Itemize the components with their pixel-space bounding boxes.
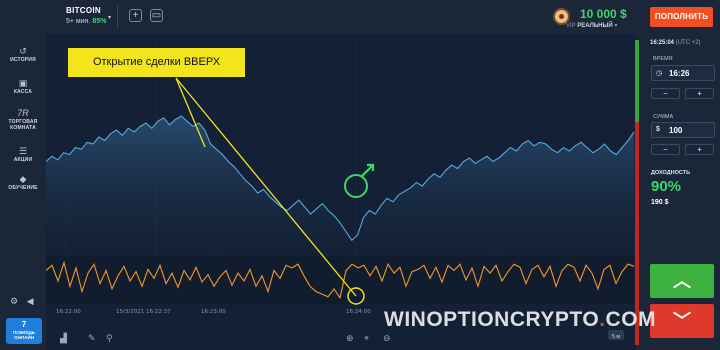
price-chart[interactable]: 16:22:00 15/3/2021 16:22:37 16:23:00 16:24:… (46, 34, 636, 350)
bottom-toolbar: ▟ ✎ ⚲ ⊕ ⌖ ⊖ (59, 332, 391, 344)
amount-plus-button[interactable]: + (685, 144, 714, 155)
chevron-up-icon: ︿ (673, 271, 691, 291)
asset-expiry: 5+ мин. (66, 18, 91, 25)
sidebar: ↺ ИСТОРИЯ ▣ КАССА 7R ТОРГОВАЯ КОМНАТА ☰ … (0, 34, 46, 350)
trading-room-icon: 7R (17, 108, 29, 118)
sidebar-item-label: ОБУЧЕНИЕ (8, 185, 38, 191)
history-icon: ↺ (19, 46, 27, 56)
crosshair-icon[interactable]: ⌖ (364, 334, 369, 344)
sidebar-item-cashier[interactable]: ▣ КАССА (0, 78, 46, 95)
sidebar-tools: ⚙ ◀ (10, 296, 34, 307)
balance[interactable]: 10 000 $ (580, 7, 627, 21)
profit-amount: 190 $ (651, 199, 669, 206)
wallet-icon: ▣ (18, 78, 28, 88)
add-chart-icon[interactable]: + (129, 9, 142, 22)
promotions-icon: ☰ (18, 146, 28, 156)
help-count: 7 (21, 320, 27, 329)
zoom-in-icon[interactable]: ⊕ (346, 334, 354, 344)
clock-icon: ◷ (656, 70, 663, 77)
watermark-suffix: COM (605, 308, 657, 331)
currency-symbol: $ (656, 126, 660, 133)
sidebar-item-education[interactable]: ◆ ОБУЧЕНИЕ (0, 174, 46, 191)
time-plus-button[interactable]: + (685, 88, 714, 99)
divider (117, 6, 118, 28)
indicator-icon[interactable]: ⚲ (106, 334, 113, 344)
help-online-button[interactable]: 7 ПОМОЩЬ ОНЛАЙН (6, 318, 42, 344)
time-axis-label: 16:22:00 (56, 309, 81, 315)
call-up-button[interactable]: ︿ (650, 264, 714, 298)
watermark-text: WINOPTIONCRYPTO (384, 308, 600, 331)
sentiment-bar-up (635, 40, 639, 122)
amount-label: СУММА (653, 114, 674, 120)
time-axis-label: 15/3/2021 16:22:37 (116, 309, 171, 315)
trade-panel: 16:25:04 (UTC +2) ВРЕМЯ ◷ 16:26 − + СУММ… (643, 34, 720, 350)
sidebar-item-label: ТОРГОВАЯ КОМНАТА (8, 119, 38, 131)
deposit-button[interactable]: ПОПОЛНИТЬ (650, 7, 713, 27)
settings-icon[interactable]: ⚙ (10, 296, 18, 306)
sidebar-item-label: ИСТОРИЯ (10, 57, 36, 63)
price-area (46, 116, 634, 256)
chart-type-icon[interactable]: ▟ (59, 332, 68, 344)
profit-percent: 90% (651, 178, 682, 195)
sidebar-item-promotions[interactable]: ☰ АКЦИИ (0, 146, 46, 163)
asset-payout: 85% (92, 18, 107, 25)
put-down-button[interactable]: ﹀ (650, 304, 714, 338)
amount-minus-button[interactable]: − (651, 144, 680, 155)
expiry-time-field[interactable]: ◷ 16:26 (651, 65, 715, 81)
timeframe-label: 5 м (612, 334, 621, 340)
asset-selector[interactable]: BITCOIN 5+ мин. 85% ▾ (66, 6, 111, 25)
annotation-callout: Открытие сделки ВВЕРХ (68, 48, 245, 77)
time-axis-label: 16:24:00 (346, 309, 371, 315)
sidebar-item-trading-room[interactable]: 7R ТОРГОВАЯ КОМНАТА (0, 108, 46, 131)
server-clock: 16:25:04 (UTC +2) (650, 40, 701, 46)
oscillator-panel (46, 256, 636, 304)
amount-field[interactable]: $ 100 (651, 122, 715, 138)
time-axis-label: 16:23:00 (201, 309, 226, 315)
sidebar-item-history[interactable]: ↺ ИСТОРИЯ (0, 46, 46, 63)
up-arrow-icon (361, 163, 375, 177)
vip-label: VIP (566, 23, 576, 29)
asset-details: 5+ мин. 85% (66, 18, 106, 25)
expiry-time-value: 16:26 (669, 69, 690, 78)
chevron-down-icon: ▾ (614, 23, 618, 29)
time-minus-button[interactable]: − (651, 88, 680, 99)
top-bar: BITCOIN 5+ мин. 85% ▾ + ▭ 10 000 $ VIP Р… (0, 0, 720, 34)
chevron-down-icon[interactable]: ▾ (108, 14, 111, 21)
profit-label: ДОХОДНОСТЬ (651, 170, 691, 176)
help-label: ПОМОЩЬ ОНЛАЙН (13, 330, 35, 340)
draw-tool-icon[interactable]: ✎ (88, 334, 96, 344)
education-icon: ◆ (19, 174, 27, 184)
zoom-out-icon[interactable]: ⊖ (383, 334, 391, 344)
asset-name: BITCOIN (66, 6, 101, 15)
clock-timezone: (UTC +2) (675, 40, 701, 46)
sidebar-item-label: КАССА (13, 89, 33, 95)
sidebar-item-label: АКЦИИ (13, 157, 33, 163)
sound-icon[interactable]: ◀ (27, 296, 34, 306)
amount-value: 100 (669, 126, 683, 135)
chevron-down-icon: ﹀ (673, 311, 691, 331)
time-label: ВРЕМЯ (653, 56, 673, 62)
account-type-label: РЕАЛЬНЫЙ (577, 23, 613, 29)
layout-icon[interactable]: ▭ (150, 9, 163, 22)
clock-time: 16:25:04 (650, 40, 675, 46)
account-type[interactable]: VIP РЕАЛЬНЫЙ ▾ (566, 22, 617, 29)
watermark: WINOPTIONCRYPTO.COM (384, 308, 656, 332)
chart-area[interactable]: 16:22:00 15/3/2021 16:22:37 16:23:00 16:24:… (46, 34, 636, 350)
